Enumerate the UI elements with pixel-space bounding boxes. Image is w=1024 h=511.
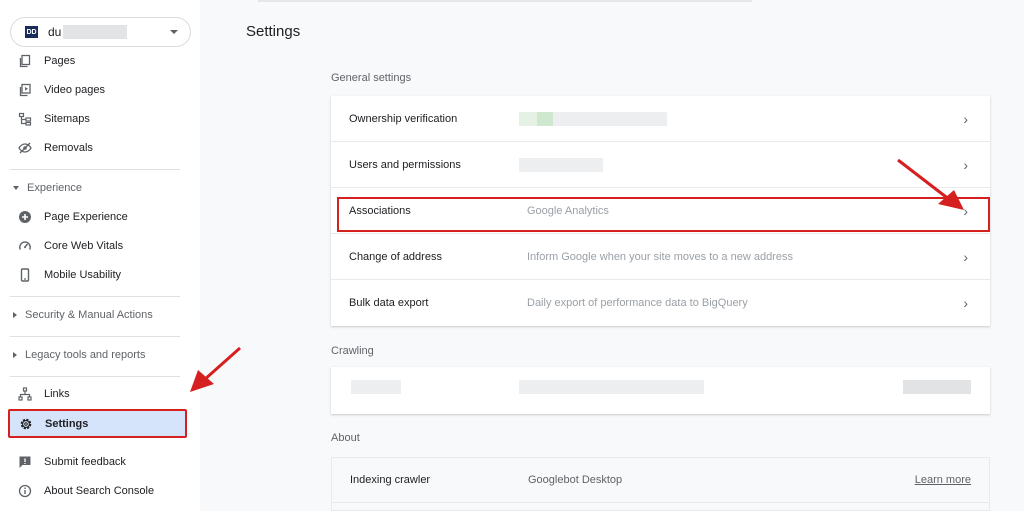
chevron-right-icon: › (963, 295, 968, 311)
caret-right-icon (13, 352, 17, 358)
row-value: Googlebot Desktop (528, 474, 623, 486)
sidebar-item-core-web-vitals[interactable]: Core Web Vitals (10, 233, 190, 259)
row-label: Bulk data export (349, 297, 429, 309)
chevron-right-icon: › (963, 248, 968, 265)
about-card: Indexing crawler Googlebot Desktop Learn… (331, 457, 990, 511)
row-label: Ownership verification (349, 112, 458, 125)
page-title: Settings (246, 23, 301, 40)
property-selector[interactable]: DD du (10, 17, 191, 47)
sidebar-item-video-pages[interactable]: Video pages (10, 77, 190, 103)
redacted-value (553, 111, 667, 126)
video-pages-icon (18, 83, 32, 97)
info-icon (18, 484, 32, 498)
chevron-right-icon: › (963, 110, 968, 127)
row-users-permissions[interactable]: Users and permissions › (331, 142, 990, 188)
section-legacy[interactable]: Legacy tools and reports (10, 349, 145, 361)
arrow-annotation-icon (897, 158, 964, 210)
sidebar-item-label: Core Web Vitals (44, 240, 124, 252)
sidebar-item-label: Links (44, 388, 70, 400)
section-heading: Experience (27, 182, 83, 194)
redacted-value (519, 380, 704, 394)
sidebar-item-label: Mobile Usability (44, 269, 122, 281)
crawling-heading: Crawling (331, 345, 374, 357)
row-indexing-crawler: Indexing crawler Googlebot Desktop Learn… (332, 458, 989, 503)
associations-highlight (337, 197, 990, 232)
divider (10, 169, 180, 170)
feedback-icon (18, 455, 32, 469)
section-experience[interactable]: Experience (10, 182, 82, 194)
redacted-value (903, 380, 971, 394)
caret-right-icon (13, 312, 17, 318)
divider (10, 296, 180, 297)
about-heading: About (331, 432, 360, 444)
row-change-of-address[interactable]: Change of address Inform Google when you… (331, 234, 990, 280)
sidebar-item-label: Video pages (44, 84, 105, 96)
sidebar-item-settings[interactable]: Settings (8, 409, 187, 438)
row-ownership-verification[interactable]: Ownership verification › (331, 96, 990, 142)
sidebar-item-mobile-usability[interactable]: Mobile Usability (10, 262, 190, 288)
chevron-down-icon (170, 30, 178, 34)
caret-down-icon (13, 186, 19, 190)
row-value: Daily export of performance data to BigQ… (527, 297, 748, 309)
sidebar-item-label: Page Experience (44, 211, 128, 223)
sidebar-item-label: Sitemaps (44, 113, 90, 125)
crawling-card[interactable] (331, 367, 990, 414)
row-bulk-data-export[interactable]: Bulk data export Daily export of perform… (331, 280, 990, 326)
sidebar-item-submit-feedback[interactable]: Submit feedback (10, 449, 190, 475)
section-heading: Legacy tools and reports (25, 349, 146, 361)
sidebar-item-label: Settings (45, 417, 89, 430)
learn-more-link[interactable]: Learn more (915, 474, 971, 486)
general-settings-heading: General settings (331, 72, 412, 84)
gear-icon (19, 417, 33, 431)
sidebar-item-label: Submit feedback (44, 456, 126, 468)
sidebar-item-label: Pages (44, 55, 76, 67)
redacted-value (537, 111, 553, 126)
sidebar: DD du Pages Video pages Sitemaps Removal… (0, 0, 200, 511)
divider (10, 376, 180, 377)
removals-icon (18, 141, 32, 155)
pages-icon (18, 54, 32, 68)
property-name-redacted (63, 25, 128, 39)
redacted-value (351, 380, 401, 394)
section-heading: Security & Manual Actions (25, 309, 153, 321)
sidebar-item-label: About Search Console (44, 485, 155, 497)
sidebar-item-pages[interactable]: Pages (10, 48, 190, 74)
section-security[interactable]: Security & Manual Actions (10, 309, 153, 321)
sidebar-item-label: Removals (44, 142, 93, 154)
property-name: du (48, 25, 62, 39)
redacted-value (519, 157, 603, 172)
row-label: Change of address (349, 250, 442, 263)
row-label: Users and permissions (349, 158, 461, 171)
links-icon (18, 387, 32, 401)
sitemaps-icon (18, 112, 32, 126)
sidebar-item-removals[interactable]: Removals (10, 135, 190, 161)
row-label: Indexing crawler (350, 474, 431, 486)
top-strip (258, 0, 752, 2)
mobile-usability-icon (18, 268, 32, 282)
sidebar-item-page-experience[interactable]: Page Experience (10, 204, 190, 230)
property-badge: DD (25, 26, 38, 38)
core-web-vitals-icon (18, 239, 32, 253)
row-value: Inform Google when your site moves to a … (527, 250, 793, 263)
arrow-annotation-icon (190, 346, 241, 392)
page-experience-icon (18, 210, 32, 224)
sidebar-item-about[interactable]: About Search Console (10, 478, 190, 504)
sidebar-item-sitemaps[interactable]: Sitemaps (10, 106, 190, 132)
divider (10, 336, 180, 337)
sidebar-item-links[interactable]: Links (10, 381, 190, 407)
redacted-value (519, 111, 537, 126)
